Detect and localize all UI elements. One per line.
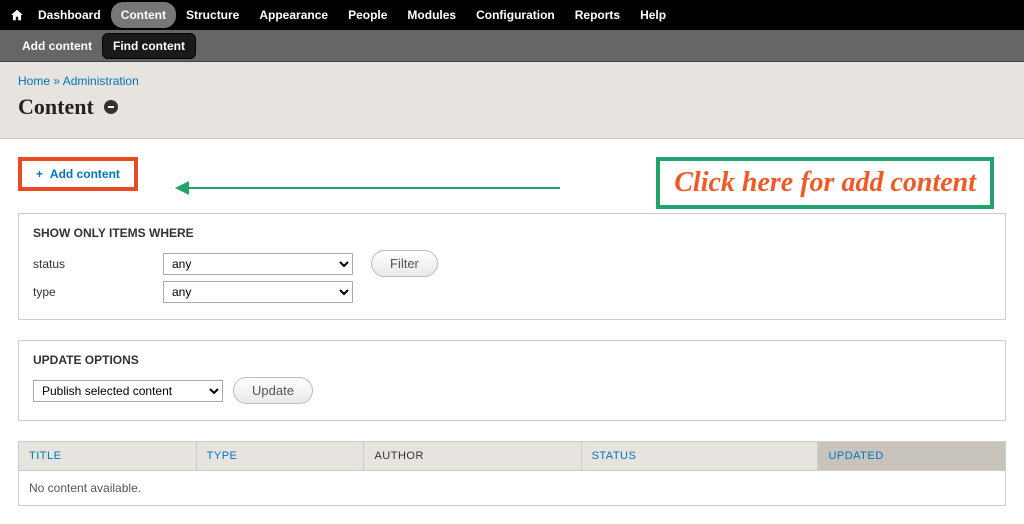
toolbar-item-reports[interactable]: Reports xyxy=(565,2,630,28)
update-button[interactable]: Update xyxy=(233,377,313,404)
update-legend: UPDATE OPTIONS xyxy=(33,353,991,367)
toolbar-item-content[interactable]: Content xyxy=(111,2,176,28)
filter-box: SHOW ONLY ITEMS WHERE status any Filter … xyxy=(18,213,1006,320)
status-label: status xyxy=(33,257,163,271)
th-updated[interactable]: UPDATED xyxy=(818,442,1006,471)
breadcrumb: Home » Administration xyxy=(18,74,1006,88)
th-author: AUTHOR xyxy=(364,442,581,471)
add-content-label: Add content xyxy=(50,167,120,181)
toolbar-item-appearance[interactable]: Appearance xyxy=(249,2,338,28)
shortcut-add-content[interactable]: Add content xyxy=(12,34,102,58)
shortcut-bar: Add content Find content xyxy=(0,30,1024,62)
empty-message: No content available. xyxy=(19,471,1006,506)
toolbar-item-structure[interactable]: Structure xyxy=(176,2,249,28)
header-band: Home » Administration Content xyxy=(0,62,1024,139)
tutorial-arrow-icon xyxy=(180,187,560,189)
page-title-text: Content xyxy=(18,94,94,120)
th-type[interactable]: TYPE xyxy=(196,442,364,471)
toolbar-item-configuration[interactable]: Configuration xyxy=(466,2,565,28)
add-content-link[interactable]: + Add content xyxy=(36,167,120,181)
breadcrumb-separator: » xyxy=(53,74,60,88)
collapse-icon[interactable] xyxy=(104,100,118,114)
toolbar-item-modules[interactable]: Modules xyxy=(397,2,466,28)
table-row-empty: No content available. xyxy=(19,471,1006,506)
filter-legend: SHOW ONLY ITEMS WHERE xyxy=(33,226,991,240)
tutorial-callout: Click here for add content xyxy=(656,157,994,209)
type-label: type xyxy=(33,285,163,299)
admin-toolbar: Dashboard Content Structure Appearance P… xyxy=(0,0,1024,30)
toolbar-item-help[interactable]: Help xyxy=(630,2,676,28)
operation-select[interactable]: Publish selected content xyxy=(33,380,223,402)
home-icon[interactable] xyxy=(6,4,28,26)
update-box: UPDATE OPTIONS Publish selected content … xyxy=(18,340,1006,421)
plus-icon: + xyxy=(36,167,43,181)
content-table: TITLE TYPE AUTHOR STATUS UPDATED No cont… xyxy=(18,441,1006,506)
toolbar-item-people[interactable]: People xyxy=(338,2,397,28)
th-title[interactable]: TITLE xyxy=(19,442,197,471)
type-select[interactable]: any xyxy=(163,281,353,303)
filter-button[interactable]: Filter xyxy=(371,250,438,277)
add-content-highlight: + Add content xyxy=(18,157,138,191)
shortcut-find-content[interactable]: Find content xyxy=(102,33,196,59)
toolbar-item-dashboard[interactable]: Dashboard xyxy=(28,2,111,28)
breadcrumb-home[interactable]: Home xyxy=(18,74,50,88)
th-status[interactable]: STATUS xyxy=(581,442,818,471)
breadcrumb-admin[interactable]: Administration xyxy=(63,74,139,88)
page-body: Click here for add content + Add content… xyxy=(0,139,1024,524)
page-title: Content xyxy=(18,94,1006,120)
status-select[interactable]: any xyxy=(163,253,353,275)
